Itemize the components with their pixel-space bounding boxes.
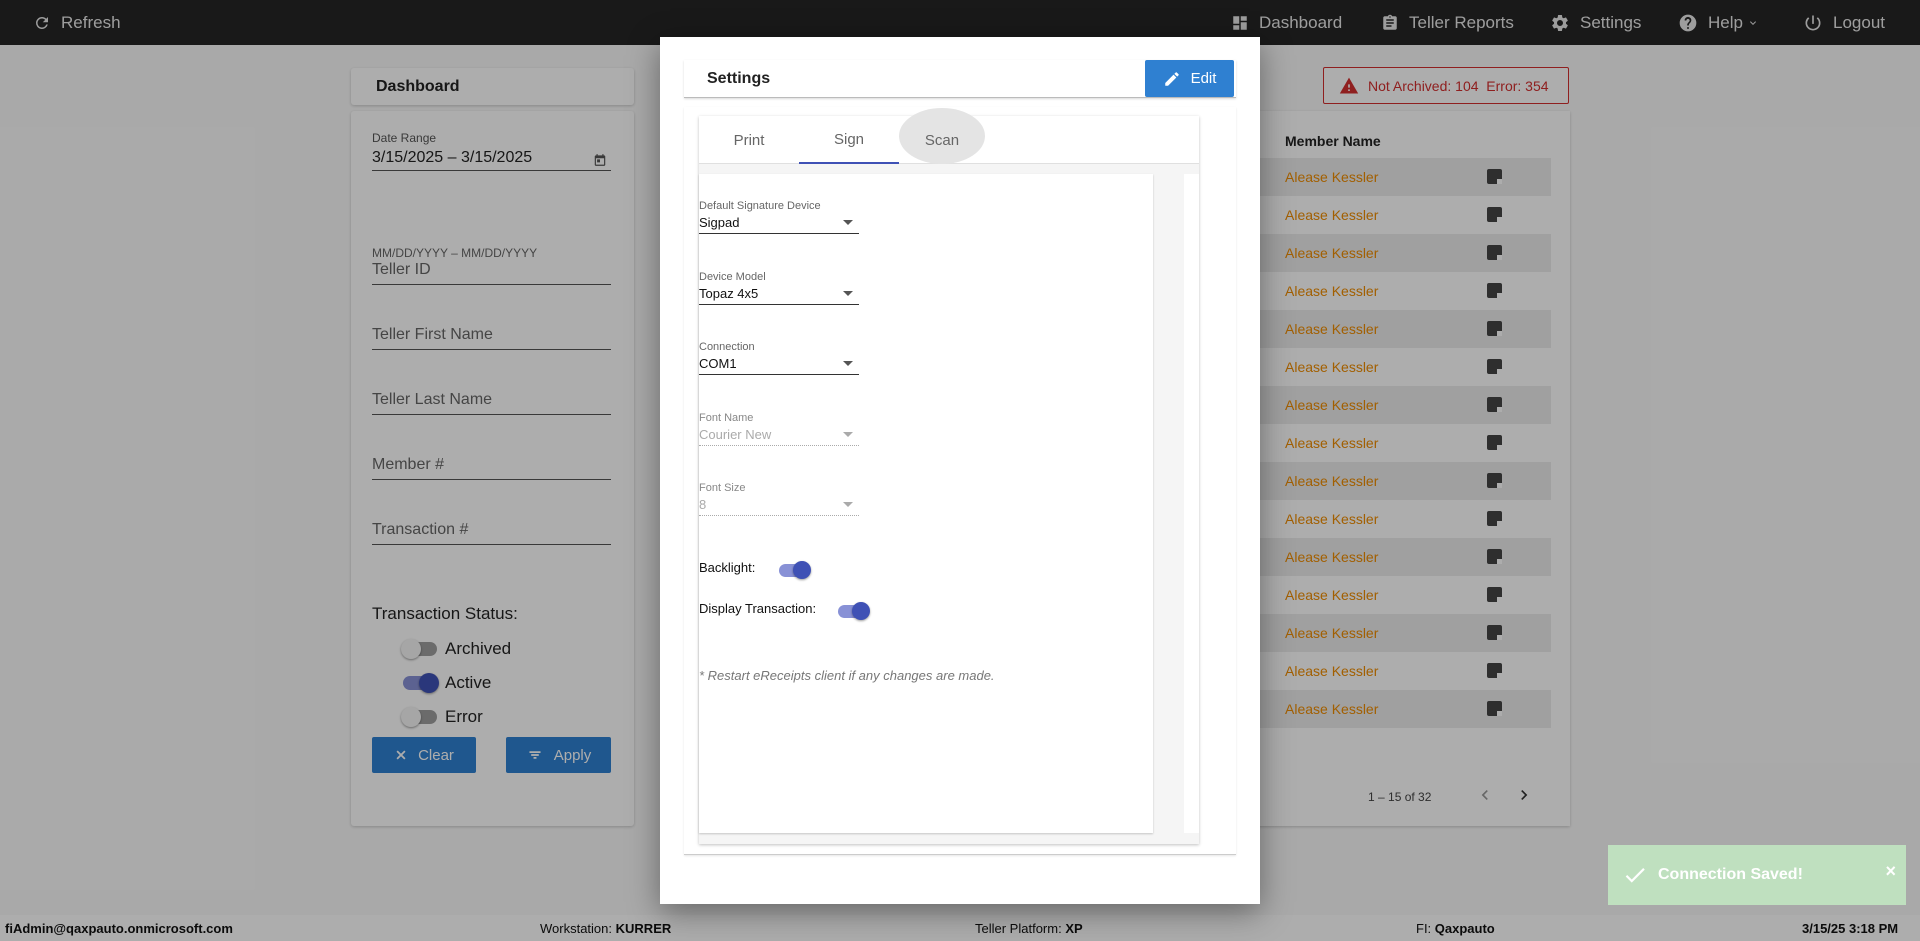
backlight-toggle[interactable] xyxy=(779,561,812,579)
default-signature-device-value: Sigpad xyxy=(699,215,740,230)
tab-scan[interactable]: Scan xyxy=(899,108,999,164)
font-name-label: Font Name xyxy=(699,412,754,424)
pencil-icon xyxy=(1164,71,1179,86)
side-panel xyxy=(1184,174,1199,833)
edit-button[interactable]: Edit xyxy=(1145,60,1234,97)
tab-bar: Print Sign Scan xyxy=(699,108,1199,164)
dropdown-arrow-icon xyxy=(843,502,853,507)
toast-close-button[interactable]: × xyxy=(1885,861,1896,882)
settings-body: Print Sign Scan Default Signature Device… xyxy=(684,107,1236,855)
connection-select[interactable]: Connection COM1 xyxy=(699,341,859,375)
connection-label: Connection xyxy=(699,341,755,353)
default-signature-device-select[interactable]: Default Signature Device Sigpad xyxy=(699,200,859,234)
sign-settings-panel: Default Signature Device Sigpad Device M… xyxy=(699,174,1153,833)
dropdown-arrow-icon xyxy=(843,361,853,366)
font-size-select: Font Size 8 xyxy=(699,482,859,516)
check-icon xyxy=(1625,868,1645,883)
settings-tabs: Print Sign Scan Default Signature Device… xyxy=(699,108,1199,844)
dropdown-arrow-icon xyxy=(843,220,853,225)
backlight-label: Backlight: xyxy=(699,560,756,575)
display-transaction-toggle[interactable] xyxy=(838,602,871,620)
device-model-label: Device Model xyxy=(699,271,766,283)
font-size-value: 8 xyxy=(699,497,707,512)
display-transaction-row: Display Transaction: xyxy=(699,599,871,620)
tab-sign[interactable]: Sign xyxy=(799,116,899,164)
default-signature-device-label: Default Signature Device xyxy=(699,200,821,212)
device-model-value: Topaz 4x5 xyxy=(699,286,759,301)
backlight-row: Backlight: xyxy=(699,558,812,579)
settings-title: Settings xyxy=(707,70,771,87)
connection-value: COM1 xyxy=(699,356,737,371)
display-transaction-label: Display Transaction: xyxy=(699,601,817,616)
font-name-select: Font Name Courier New xyxy=(699,412,859,446)
success-toast: Connection Saved! × xyxy=(1608,845,1906,905)
font-size-label: Font Size xyxy=(699,482,746,494)
font-name-value: Courier New xyxy=(699,427,772,442)
settings-dialog: Settings Edit Print Sign Scan Default Si… xyxy=(660,37,1260,904)
dropdown-arrow-icon xyxy=(843,291,853,296)
restart-note: * Restart eReceipts client if any change… xyxy=(699,668,995,683)
toast-message: Connection Saved! xyxy=(1658,866,1803,883)
tab-print[interactable]: Print xyxy=(699,116,799,164)
dropdown-arrow-icon xyxy=(843,432,853,437)
device-model-select[interactable]: Device Model Topaz 4x5 xyxy=(699,271,859,305)
edit-label: Edit xyxy=(1190,70,1217,87)
